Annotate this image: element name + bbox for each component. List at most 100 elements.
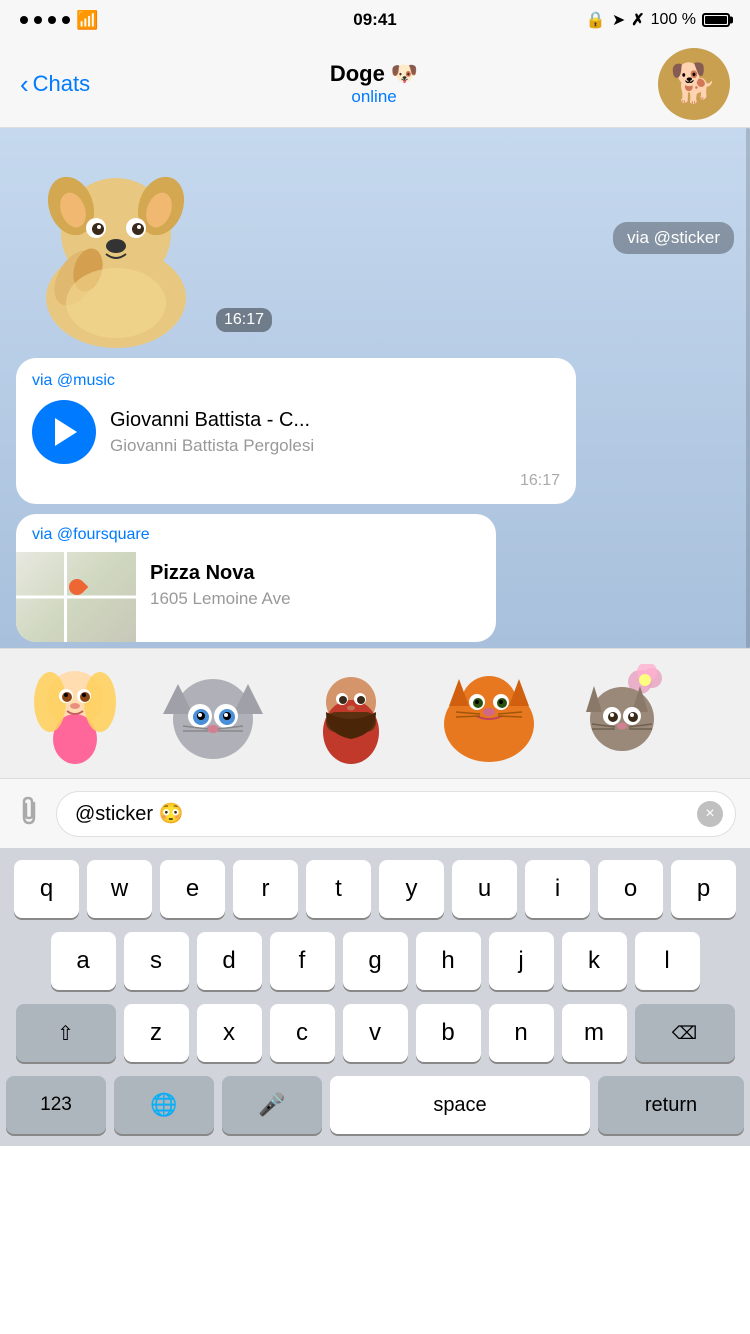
location-info: Pizza Nova 1605 Lemoine Ave [136, 552, 305, 642]
message-input-text: @sticker 😳 [75, 801, 695, 826]
lock-icon: 🔒 [586, 10, 606, 30]
location-address: 1605 Lemoine Ave [150, 589, 291, 609]
attach-button[interactable] [14, 795, 44, 833]
sticker-timestamp: 16:17 [216, 308, 272, 332]
signal-dot-3 [48, 16, 56, 24]
battery-label: 100 % [651, 11, 696, 29]
back-label: Chats [33, 71, 90, 97]
bearded-man-sticker-svg [296, 664, 406, 764]
clear-icon: × [705, 805, 714, 823]
status-left: 📶 [20, 10, 98, 31]
key-k[interactable]: k [562, 932, 627, 990]
microphone-key[interactable]: 🎤 [222, 1076, 322, 1134]
sticker-image [16, 138, 216, 338]
sticker-message: 16:17 via @sticker [0, 128, 750, 348]
status-right: 🔒 ➤ ✗ 100 % [586, 10, 730, 30]
key-d[interactable]: d [197, 932, 262, 990]
key-s[interactable]: s [124, 932, 189, 990]
map-road-horizontal [16, 596, 136, 599]
key-m[interactable]: m [562, 1004, 627, 1062]
play-button[interactable] [32, 400, 96, 464]
back-button[interactable]: ‹ Chats [20, 71, 90, 97]
key-w[interactable]: w [87, 860, 152, 918]
chat-name: Doge 🐶 [330, 61, 419, 86]
status-time: 09:41 [353, 10, 396, 30]
navigation-bar: ‹ Chats Doge 🐶 online 🐕 [0, 40, 750, 128]
key-g[interactable]: g [343, 932, 408, 990]
bluetooth-icon: ✗ [631, 10, 644, 30]
music-info: Giovanni Battista - C... Giovanni Battis… [110, 409, 560, 456]
avatar[interactable]: 🐕 [658, 48, 730, 120]
key-y[interactable]: y [379, 860, 444, 918]
key-l[interactable]: l [635, 932, 700, 990]
key-v[interactable]: v [343, 1004, 408, 1062]
map-road-vertical [64, 552, 67, 642]
signal-dot-4 [62, 16, 70, 24]
key-t[interactable]: t [306, 860, 371, 918]
dog-sticker-svg [16, 138, 216, 348]
foursquare-content: Pizza Nova 1605 Lemoine Ave [16, 552, 496, 642]
key-h[interactable]: h [416, 932, 481, 990]
signal-dot-2 [34, 16, 42, 24]
flower-cat-sticker-svg [572, 664, 682, 764]
keyboard: q w e r t y u i o p a s d f g h j k l ⇧ … [0, 848, 750, 1146]
status-bar: 📶 09:41 🔒 ➤ ✗ 100 % [0, 0, 750, 40]
sticker-item-flower-cat[interactable] [562, 659, 692, 769]
chat-scrollbar[interactable] [746, 128, 750, 648]
music-timestamp: 16:17 [32, 472, 560, 490]
key-a[interactable]: a [51, 932, 116, 990]
message-input-wrapper[interactable]: @sticker 😳 × [56, 791, 736, 837]
sticker-item-grey-cat[interactable] [148, 659, 278, 769]
chat-title: Doge 🐶 [330, 61, 419, 87]
sticker-item-bearded-man[interactable] [286, 659, 416, 769]
key-n[interactable]: n [489, 1004, 554, 1062]
input-bar: @sticker 😳 × [0, 778, 750, 848]
keyboard-row-3: ⇧ z x c v b n m ⌫ [6, 1004, 744, 1062]
key-u[interactable]: u [452, 860, 517, 918]
clear-input-button[interactable]: × [697, 801, 723, 827]
nav-center: Doge 🐶 online [330, 61, 419, 107]
music-content: Giovanni Battista - C... Giovanni Battis… [32, 400, 560, 464]
location-icon: ➤ [612, 10, 625, 30]
location-message: via @foursquare Pizza Nova 1605 Lemoine … [16, 514, 496, 642]
chat-area: 16:17 via @sticker via @music Giovanni B… [0, 128, 750, 648]
key-z[interactable]: z [124, 1004, 189, 1062]
numbers-key[interactable]: 123 [6, 1076, 106, 1134]
map-thumbnail [16, 552, 136, 642]
key-q[interactable]: q [14, 860, 79, 918]
delete-key[interactable]: ⌫ [635, 1004, 735, 1062]
grey-cat-sticker-svg [158, 664, 268, 764]
key-p[interactable]: p [671, 860, 736, 918]
via-sticker-badge: via @sticker [613, 222, 734, 254]
keyboard-row-2: a s d f g h j k l [6, 932, 744, 990]
music-message: via @music Giovanni Battista - C... Giov… [16, 358, 576, 504]
battery-icon [702, 13, 730, 27]
key-f[interactable]: f [270, 932, 335, 990]
chevron-left-icon: ‹ [20, 71, 29, 97]
return-key[interactable]: return [598, 1076, 744, 1134]
foursquare-via-label: via @foursquare [16, 514, 496, 552]
key-e[interactable]: e [160, 860, 225, 918]
music-artist: Giovanni Battista Pergolesi [110, 436, 560, 456]
orange-cat-sticker-svg [434, 664, 544, 764]
shift-key[interactable]: ⇧ [16, 1004, 116, 1062]
key-o[interactable]: o [598, 860, 663, 918]
paperclip-icon [14, 795, 44, 825]
keyboard-row-4: 123 🌐 🎤 space return [6, 1076, 744, 1134]
key-i[interactable]: i [525, 860, 590, 918]
key-x[interactable]: x [197, 1004, 262, 1062]
key-b[interactable]: b [416, 1004, 481, 1062]
online-status: online [330, 87, 419, 107]
space-key[interactable]: space [330, 1076, 590, 1134]
signal-dot-1 [20, 16, 28, 24]
play-triangle-icon [55, 418, 77, 446]
key-c[interactable]: c [270, 1004, 335, 1062]
key-j[interactable]: j [489, 932, 554, 990]
music-via-label: via @music [32, 372, 560, 390]
sticker-item-blonde-girl[interactable] [10, 659, 140, 769]
music-title: Giovanni Battista - C... [110, 409, 560, 432]
key-r[interactable]: r [233, 860, 298, 918]
sticker-item-orange-cat[interactable] [424, 659, 554, 769]
sticker-suggestions-row [0, 648, 750, 778]
emoji-key[interactable]: 🌐 [114, 1076, 214, 1134]
